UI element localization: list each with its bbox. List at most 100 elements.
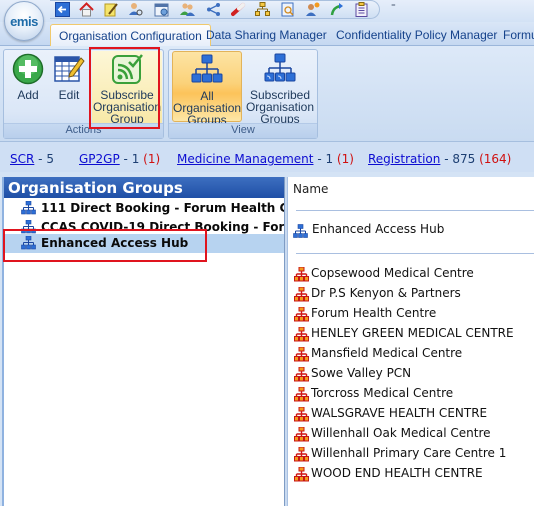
member-label: Copsewood Medical Centre	[311, 266, 474, 280]
edit-button[interactable]: Edit	[50, 51, 88, 109]
share-icon[interactable]	[206, 2, 221, 17]
add-label: Add	[17, 88, 39, 102]
medicine-management-pending: (1)	[336, 152, 354, 166]
scr-link[interactable]: SCR	[10, 152, 34, 166]
tab-organisation-configuration[interactable]: Organisation Configuration	[50, 24, 211, 47]
pill-icon[interactable]	[231, 2, 246, 17]
separator	[296, 253, 534, 254]
subscribe-icon	[112, 54, 143, 84]
member-label: HENLEY GREEN MEDICAL CENTRE	[311, 326, 514, 340]
edit-grid-icon	[54, 56, 85, 82]
tree-item-111-direct-booking[interactable]: 111 Direct Booking - Forum Health Centre	[4, 199, 284, 218]
calendar-icon[interactable]	[154, 2, 169, 17]
counter-registration: Registration - 875 (164)	[368, 152, 511, 166]
organisation-groups-pane: Organisation Groups 111 Direct Booking -…	[2, 177, 284, 506]
organisation-icon	[294, 327, 309, 342]
scr-count: - 5	[38, 152, 54, 166]
subscribe-organisation-group-button[interactable]: Subscribe Organisation Group	[92, 51, 162, 125]
home-icon[interactable]	[79, 2, 94, 17]
organisation-group-icon	[21, 236, 36, 250]
member-row[interactable]: Willenhall Oak Medical Centre	[294, 426, 491, 446]
gp2gp-count: - 1	[123, 152, 140, 166]
tree-item-label: 111 Direct Booking - Forum Health Centre	[41, 201, 284, 215]
organisation-icon	[294, 307, 309, 322]
clipboard-icon[interactable]	[354, 2, 369, 17]
medicine-management-count: - 1	[317, 152, 334, 166]
organisation-icon	[294, 387, 309, 402]
member-row[interactable]: WOOD END HEALTH CENTRE	[294, 466, 483, 486]
organisation-icon	[294, 407, 309, 422]
organisation-icon	[294, 367, 309, 382]
ribbon-group-view: All Organisation Groups Subscribed Organ…	[168, 49, 318, 139]
group-members-pane: Name Enhanced Access Hub Copsewood Medic…	[288, 177, 534, 506]
gp2gp-link[interactable]: GP2GP	[79, 152, 120, 166]
organisation-icon	[294, 287, 309, 302]
separator	[296, 210, 534, 211]
organisation-icon	[294, 347, 309, 362]
organisation-icon	[294, 267, 309, 282]
refresh-arrow-icon[interactable]	[330, 2, 345, 17]
tree-item-enhanced-access-hub[interactable]: Enhanced Access Hub	[4, 234, 284, 253]
user-search-icon[interactable]	[128, 2, 143, 17]
back-arrow-icon[interactable]	[55, 2, 70, 17]
tree-item-ccas-covid-direct-booking[interactable]: CCAS COVID-19 Direct Booking - Forum Hea…	[4, 218, 284, 234]
edit-label: Edit	[58, 88, 80, 102]
member-row[interactable]: Willenhall Primary Care Centre 1	[294, 446, 506, 466]
member-row[interactable]: Sowe Valley PCN	[294, 366, 411, 386]
edit-pencil-icon[interactable]	[104, 2, 119, 17]
tree-item-label: Enhanced Access Hub	[41, 236, 189, 250]
user-star-icon[interactable]	[305, 2, 320, 17]
organisation-group-icon	[21, 201, 36, 215]
organisation-group-icon	[293, 224, 308, 239]
member-label: WALSGRAVE HEALTH CENTRE	[311, 406, 488, 420]
document-search-icon[interactable]	[281, 2, 296, 17]
subscribed-organisation-groups-button[interactable]: Subscribed Organisation Groups	[243, 51, 317, 125]
organisation-groups-title: Organisation Groups	[4, 177, 284, 198]
member-row[interactable]: Mansfield Medical Centre	[294, 346, 462, 366]
group-row-label: Enhanced Access Hub	[312, 222, 445, 236]
registration-count: - 875	[444, 152, 476, 166]
member-row[interactable]: Torcross Medical Centre	[294, 386, 453, 406]
add-button[interactable]: Add	[6, 51, 50, 109]
name-column-header[interactable]: Name	[293, 182, 328, 196]
registration-pending: (164)	[479, 152, 512, 166]
member-row[interactable]: HENLEY GREEN MEDICAL CENTRE	[294, 326, 514, 346]
member-label: Sowe Valley PCN	[311, 366, 412, 380]
all-organisation-groups-button[interactable]: All Organisation Groups	[172, 51, 242, 126]
counter-scr: SCR - 5	[10, 152, 54, 166]
registration-link[interactable]: Registration	[368, 152, 440, 166]
counter-gp2gp: GP2GP - 1 (1)	[79, 152, 160, 166]
organisation-icon	[294, 467, 309, 482]
counters-bar: SCR - 5 GP2GP - 1 (1) Medicine Managemen…	[0, 142, 534, 172]
quick-access-toolbar: ⁼	[0, 0, 534, 22]
tab-data-sharing-manager[interactable]: Data Sharing Manager	[198, 24, 335, 46]
member-label: Mansfield Medical Centre	[311, 346, 463, 360]
users-icon[interactable]	[180, 2, 195, 17]
add-icon	[12, 53, 44, 85]
member-row[interactable]: Forum Health Centre	[294, 306, 436, 326]
member-label: Torcross Medical Centre	[311, 386, 454, 400]
member-label: Forum Health Centre	[311, 306, 437, 320]
emis-logo-text: emis	[10, 14, 38, 29]
group-row-enhanced-access-hub[interactable]: Enhanced Access Hub	[293, 222, 444, 242]
member-label: Dr P.S Kenyon & Partners	[311, 286, 461, 300]
counter-medicine-management: Medicine Management - 1 (1)	[177, 152, 354, 166]
member-row[interactable]: WALSGRAVE HEALTH CENTRE	[294, 406, 487, 426]
view-group-label: View	[169, 123, 317, 138]
medicine-management-link[interactable]: Medicine Management	[177, 152, 313, 166]
tab-formulary[interactable]: Formu	[495, 24, 534, 46]
member-row[interactable]: Copsewood Medical Centre	[294, 266, 474, 286]
org-tree-icon[interactable]	[255, 2, 270, 17]
org-groups-icon	[191, 54, 223, 83]
ribbon-tabs: Organisation Configuration Data Sharing …	[0, 22, 534, 47]
ribbon: Add Edit Subscribe Organisation Group Ac…	[0, 46, 534, 142]
emis-window: ⁼ emis Organisation Configuration Data S…	[0, 0, 534, 506]
organisation-icon	[294, 447, 309, 462]
gp2gp-pending: (1)	[143, 152, 161, 166]
ribbon-group-actions: Add Edit Subscribe Organisation Group Ac…	[3, 49, 164, 139]
member-row[interactable]: Dr P.S Kenyon & Partners	[294, 286, 461, 306]
emis-application-button[interactable]: emis	[4, 1, 44, 41]
tab-confidentiality-policy-manager[interactable]: Confidentiality Policy Manager	[328, 24, 505, 46]
customize-toolbar-dropdown[interactable]: ⁼	[391, 3, 396, 13]
organisation-group-icon	[21, 220, 36, 234]
